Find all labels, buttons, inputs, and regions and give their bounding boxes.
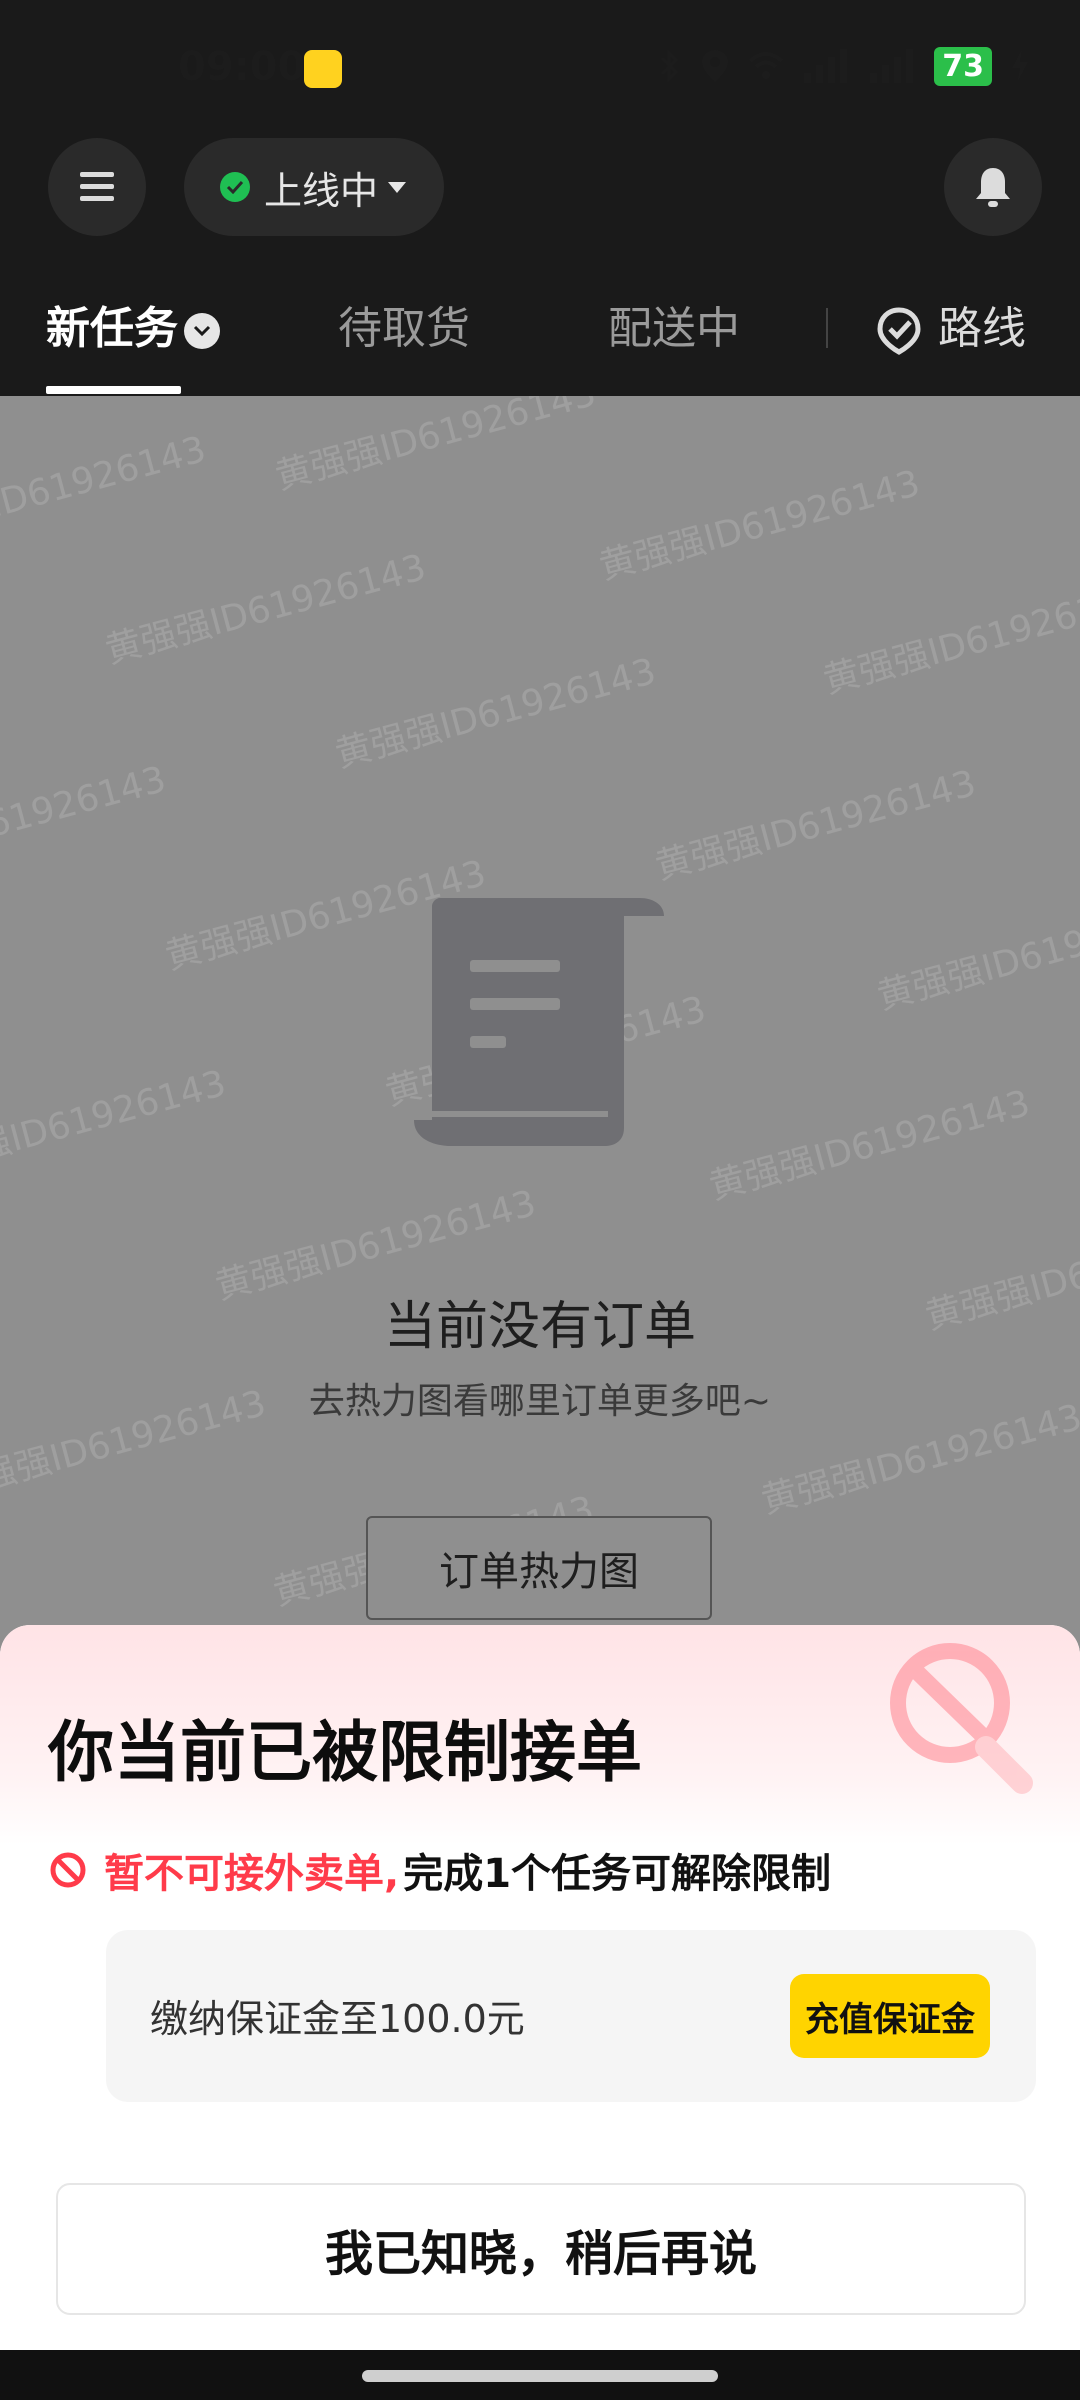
online-check-icon xyxy=(220,172,250,202)
sheet-title: 你当前已被限制接单 xyxy=(48,1714,642,1791)
menu-icon xyxy=(80,172,114,201)
wifi-icon xyxy=(748,52,784,79)
watermark: 黄强强ID61926143 xyxy=(595,462,925,588)
signal-icon-1 xyxy=(804,49,848,83)
empty-document-icon xyxy=(414,898,664,1146)
recharge-deposit-button[interactable]: 充值保证金 xyxy=(790,1974,990,2058)
restriction-alert-text: 暂不可接外卖单, xyxy=(104,1851,400,1897)
active-tab-indicator xyxy=(46,386,181,394)
status-time: 09:00 xyxy=(178,44,306,90)
tab-new-tasks-label: 新任务 xyxy=(46,303,178,354)
task-tabs: 新任务 待取货 配送中 路线 xyxy=(0,270,1080,396)
charging-icon xyxy=(1012,49,1028,83)
acknowledge-button[interactable]: 我已知晓，稍后再说 xyxy=(56,2183,1026,2315)
watermark: 黄强强ID61926143 xyxy=(0,1062,231,1188)
watermark: 黄强强ID61926143 xyxy=(651,762,981,888)
bell-icon xyxy=(976,168,1010,207)
chevron-down-circle-icon xyxy=(184,313,220,349)
online-status-dropdown[interactable]: 上线中 xyxy=(184,138,444,236)
order-heatmap-button[interactable]: 订单热力图 xyxy=(366,1516,712,1620)
tab-pending-pickup[interactable]: 待取货 xyxy=(338,292,470,356)
orders-content: 黄强强ID61926143 黄强强ID61926143 黄强强ID6192614… xyxy=(0,396,1080,1656)
tab-new-tasks[interactable]: 新任务 xyxy=(46,292,220,356)
watermark: 黄强强ID61926143 xyxy=(0,758,171,884)
notification-button[interactable] xyxy=(944,138,1042,236)
deposit-card: 缴纳保证金至100.0元 充值保证金 xyxy=(106,1930,1036,2102)
empty-state-title: 当前没有订单 xyxy=(383,1297,696,1357)
tab-delivering[interactable]: 配送中 xyxy=(608,292,740,356)
tab-divider xyxy=(826,308,828,348)
status-bar: 09:00 73 xyxy=(0,0,1080,130)
app-header: 上线中 xyxy=(0,130,1080,270)
tab-route-label: 路线 xyxy=(938,303,1026,354)
prohibited-icon xyxy=(50,1852,86,1888)
menu-button[interactable] xyxy=(48,138,146,236)
deposit-text: 缴纳保证金至100.0元 xyxy=(150,1997,525,2041)
tab-route[interactable]: 路线 xyxy=(874,292,1026,356)
watermark: 黄强强ID61926143 xyxy=(271,396,601,498)
chevron-down-icon xyxy=(388,181,407,193)
watermark: 黄强强ID61926143 xyxy=(705,1082,1035,1208)
watermark: 黄强强ID61926143 xyxy=(873,892,1080,1018)
watermark: 黄强强ID61926143 xyxy=(101,546,431,672)
restriction-sheet: 你当前已被限制接单 暂不可接外卖单, 完成1个任务可解除限制 缴纳保证金至100… xyxy=(0,1625,1080,2350)
bluetooth-icon xyxy=(661,49,679,83)
prohibited-decoration-icon xyxy=(890,1643,1033,1794)
signal-icon-2 xyxy=(870,49,914,83)
home-indicator[interactable] xyxy=(362,2370,718,2382)
watermark: 黄强强ID61926143 xyxy=(819,576,1080,702)
restriction-line: 暂不可接外卖单, 完成1个任务可解除限制 xyxy=(48,1841,831,1899)
restriction-hint-text: 完成1个任务可解除限制 xyxy=(403,1851,832,1897)
system-nav-bar xyxy=(0,2350,1080,2400)
route-pin-icon xyxy=(877,307,921,355)
watermark: 黄强强ID61926143 xyxy=(331,650,661,776)
status-icons: 73 xyxy=(658,44,1030,88)
battery-indicator: 73 xyxy=(934,46,992,86)
app-notification-icon xyxy=(304,50,342,88)
empty-state-subtitle: 去热力图看哪里订单更多吧~ xyxy=(308,1381,772,1422)
online-status-label: 上线中 xyxy=(264,168,379,213)
location-icon xyxy=(702,50,729,82)
watermark: 黄强强ID61926143 xyxy=(0,428,211,554)
